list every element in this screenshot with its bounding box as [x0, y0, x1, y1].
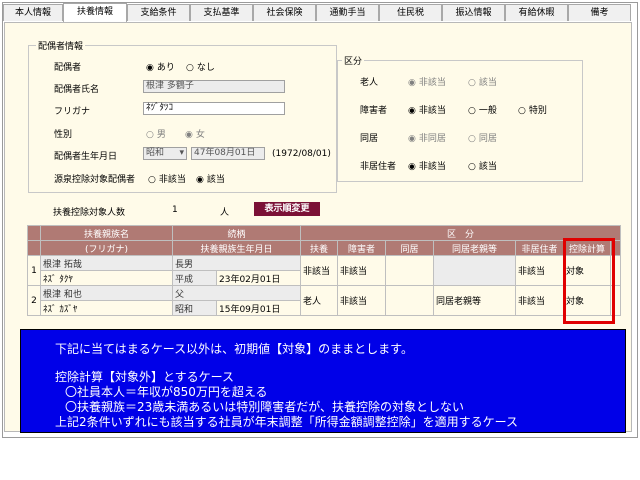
elder-cohabit-category[interactable] — [433, 255, 516, 286]
has-spouse-no-radio[interactable]: ○ なし — [186, 60, 215, 73]
dependent-era[interactable]: 昭和 — [172, 300, 217, 316]
grid-corner — [27, 225, 41, 241]
disabled-general-radio[interactable]: ○ 一般 — [468, 103, 497, 116]
nonresident-label: 非居住者 — [360, 162, 397, 172]
chevron-down-icon: ▾ — [179, 148, 184, 158]
spouse-birth-label: 配偶者生年月日 — [54, 152, 118, 162]
elderly-label: 老人 — [360, 78, 379, 88]
grid-corner-2 — [27, 240, 41, 256]
table-row[interactable]: 2 根津 和也 父 老人 非該当 同居老親等 非該当 対象 — [27, 285, 621, 316]
nonresident-na-radio[interactable]: ◉ 非該当 — [408, 159, 446, 172]
dependents-count-unit: 人 — [220, 208, 230, 218]
has-spouse-yes-radio[interactable]: ◉ あり — [146, 60, 175, 73]
dependents-table: 扶養親族名 続柄 区 分 (フリガナ) 扶養親族生年月日 扶養 障害者 同居 同… — [27, 225, 621, 316]
disabled-category[interactable]: 非該当 — [337, 255, 386, 286]
dependent-era[interactable]: 平成 — [172, 270, 217, 286]
row-number: 2 — [27, 285, 41, 316]
dependent-relation[interactable]: 父 — [172, 285, 301, 301]
display-order-button[interactable]: 表示順変更 — [254, 202, 320, 216]
tab-bar: 本人情報 扶養情報 支給条件 支払基準 社会保険 通勤手当 住民税 振込情報 有… — [3, 3, 635, 22]
tab-dependents-info[interactable]: 扶養情報 — [63, 3, 127, 22]
table-row[interactable]: 1 根津 拓哉 長男 非該当 非該当 非該当 対象 — [27, 255, 621, 286]
tab-social-insurance[interactable]: 社会保険 — [253, 4, 316, 21]
elderly-applicable-radio[interactable]: ○ 該当 — [468, 75, 497, 88]
tab-pay-criteria[interactable]: 支払基準 — [190, 4, 253, 21]
classification-group-title: 区分 — [342, 54, 365, 67]
cohabit-radio[interactable]: ○ 同居 — [468, 131, 497, 144]
annotation-overlay: 下記に当てはまるケース以外は、初期値【対象】のままとします。 控除計算【対象外】… — [20, 329, 626, 433]
disabled-label: 障害者 — [360, 106, 388, 116]
dependent-category[interactable]: 老人 — [300, 285, 338, 316]
elder-cohabit-category[interactable]: 同居老親等 — [433, 285, 516, 316]
disabled-na-radio[interactable]: ◉ 非該当 — [408, 103, 446, 116]
spouse-name-label: 配偶者氏名 — [54, 85, 100, 95]
elderly-na-radio[interactable]: ◉ 非該当 — [408, 75, 446, 88]
col-header-dependent: 扶養 — [300, 240, 338, 256]
nonresident-category[interactable]: 非該当 — [515, 255, 564, 286]
dependent-name[interactable]: 根津 和也 — [40, 285, 173, 301]
col-header-birth: 扶養親族生年月日 — [172, 240, 301, 256]
gender-male-radio[interactable]: ○ 男 — [146, 127, 166, 140]
cohabit-category[interactable] — [385, 255, 434, 286]
dependent-kana[interactable]: ﾈｽﾞ ﾀｸﾔ — [40, 270, 173, 286]
tab-resident-tax[interactable]: 住民税 — [379, 4, 442, 21]
era-select[interactable]: 昭和 ▾ — [143, 147, 187, 160]
not-cohabit-radio[interactable]: ◉ 非同居 — [408, 131, 446, 144]
col-header-relation: 続柄 — [172, 225, 301, 241]
withholding-no-radio[interactable]: ○ 非該当 — [148, 172, 186, 185]
tab-pay-conditions[interactable]: 支給条件 — [127, 4, 190, 21]
annotation-line-5: 上記2条件いずれにも該当する社員が年末調整「所得金額調整控除」を適用するケース — [55, 415, 519, 429]
tab-remarks[interactable]: 備考 — [568, 4, 631, 21]
gender-female-radio[interactable]: ◉ 女 — [185, 127, 205, 140]
col-header-nonresident: 非居住者 — [515, 240, 564, 256]
deduction-column-highlight — [563, 238, 615, 324]
col-header-dependent-name: 扶養親族名 — [40, 225, 173, 241]
dependent-kana[interactable]: ﾈｽﾞ ｶｽﾞﾔ — [40, 300, 173, 316]
row-number: 1 — [27, 255, 41, 286]
dependent-name[interactable]: 根津 拓哉 — [40, 255, 173, 271]
col-header-elder-cohabit: 同居老親等 — [433, 240, 516, 256]
tab-transfer-info[interactable]: 振込情報 — [442, 4, 505, 21]
tab-commute-allowance[interactable]: 通勤手当 — [316, 4, 379, 21]
dependent-birth[interactable]: 15年09月01日 — [216, 300, 301, 316]
col-header-cohabit: 同居 — [385, 240, 434, 256]
nonresident-category[interactable]: 非該当 — [515, 285, 564, 316]
tab-personal-info[interactable]: 本人情報 — [3, 4, 63, 21]
spouse-group-title: 配偶者情報 — [36, 39, 86, 52]
nonresident-applicable-radio[interactable]: ○ 該当 — [468, 159, 497, 172]
gender-label: 性別 — [54, 130, 73, 140]
spouse-birth-western: (1972/08/01) — [272, 149, 331, 159]
disabled-special-radio[interactable]: ○ 特別 — [518, 103, 547, 116]
withholding-spouse-label: 源泉控除対象配偶者 — [54, 175, 136, 185]
annotation-line-1: 下記に当てはまるケース以外は、初期値【対象】のままとします。 — [55, 342, 413, 356]
dependents-count-label: 扶養控除対象人数 — [53, 208, 126, 218]
tab-paid-leave[interactable]: 有給休暇 — [505, 4, 568, 21]
dependent-relation[interactable]: 長男 — [172, 255, 301, 271]
has-spouse-label: 配偶者 — [54, 63, 82, 73]
col-header-disabled: 障害者 — [337, 240, 386, 256]
dependent-birth[interactable]: 23年02月01日 — [216, 270, 301, 286]
col-header-kana: (フリガナ) — [40, 240, 173, 256]
spouse-kana-field[interactable]: ﾈﾂﾞﾀﾂｺ — [143, 102, 285, 115]
cohabit-label: 同居 — [360, 134, 379, 144]
dependent-category[interactable]: 非該当 — [300, 255, 338, 286]
spouse-birth-field[interactable]: 47年08月01日 — [191, 147, 265, 160]
spouse-kana-label: フリガナ — [54, 107, 91, 117]
spouse-name-field[interactable]: 根津 多鶴子 — [143, 80, 285, 93]
disabled-category[interactable]: 非該当 — [337, 285, 386, 316]
withholding-yes-radio[interactable]: ◉ 該当 — [196, 172, 225, 185]
cohabit-category[interactable] — [385, 285, 434, 316]
dependents-count-value: 1 — [172, 205, 178, 215]
